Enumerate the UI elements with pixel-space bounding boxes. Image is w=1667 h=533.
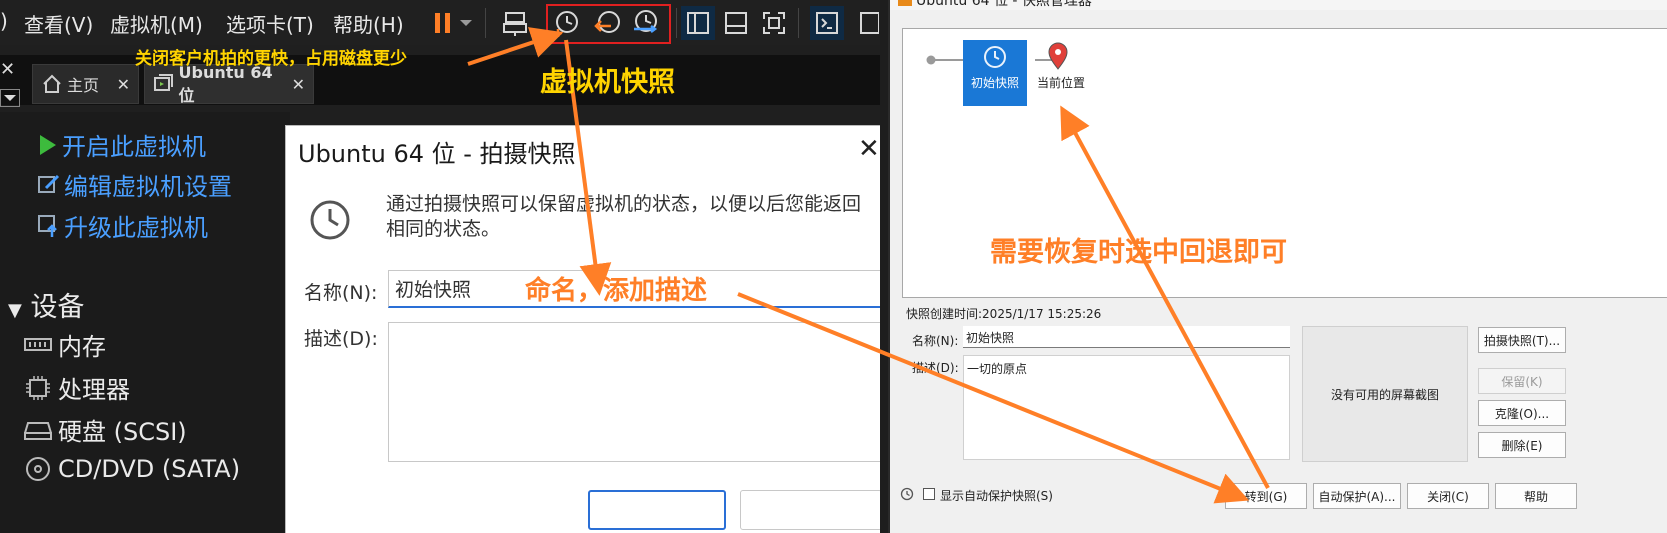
description-label: 描述(D):	[304, 328, 378, 350]
goto-button[interactable]: 转到(G)	[1225, 483, 1307, 509]
device-harddisk-label: 硬盘 (SCSI)	[58, 418, 187, 446]
manager-name-label: 名称(N):	[912, 334, 959, 348]
device-memory-label: 内存	[58, 333, 106, 361]
home-icon	[43, 74, 61, 93]
menu-view[interactable]: 查看(V)	[24, 9, 93, 38]
processor-icon	[26, 375, 50, 400]
play-icon	[40, 134, 56, 155]
menu-fragment: )	[0, 9, 8, 33]
toolbar-divider	[798, 8, 799, 38]
cancel-button[interactable]	[740, 490, 880, 530]
current-position-node[interactable]: 当前位置	[1031, 40, 1091, 106]
show-autoprotect-checkbox[interactable]	[923, 488, 935, 500]
devices-header-label: 设备	[30, 292, 85, 323]
menu-vm[interactable]: 虚拟机(M)	[110, 9, 203, 38]
fullscreen-icon[interactable]	[757, 6, 791, 40]
clock-icon	[984, 46, 1006, 68]
current-position-label: 当前位置	[1036, 76, 1085, 90]
manager-name-field[interactable]: 初始快照	[963, 326, 1290, 348]
close-icon[interactable]: ✕	[292, 75, 305, 94]
created-time: 快照创建时间:2025/1/17 15:25:26	[906, 307, 1102, 321]
tab-ubuntu[interactable]: Ubuntu 64 位 ✕	[144, 63, 314, 105]
take-snapshot-dialog: Ubuntu 64 位 - 拍摄快照 ✕ 通过拍摄快照可以保留虚拟机的状态，以便…	[285, 125, 880, 533]
manager-description-field[interactable]: 一切的原点	[963, 355, 1290, 460]
autoprotect-button[interactable]: 自动保护(A)...	[1313, 483, 1401, 509]
close-button[interactable]: 关闭(C)	[1407, 483, 1489, 509]
edit-settings-action[interactable]: 编辑虚拟机设置	[36, 167, 232, 202]
edit-settings-icon	[38, 174, 60, 193]
take-snapshot-button[interactable]	[588, 490, 726, 530]
vmware-logo-icon	[898, 0, 912, 6]
annotation-name-desc: 命名，添加描述	[525, 276, 708, 306]
snapshot-node-initial[interactable]: 初始快照	[963, 40, 1027, 106]
manager-title: Ubuntu 64 位 - 快照管理器	[916, 0, 1092, 9]
dialog-description: 通过拍摄快照可以保留虚拟机的状态，以便以后您能返回相同的状态。	[386, 193, 862, 240]
no-screenshot-text: 没有可用的屏幕截图	[1330, 387, 1439, 402]
screenshot-placeholder: 没有可用的屏幕截图	[1302, 326, 1468, 462]
snapshot-description-input[interactable]	[388, 322, 880, 462]
device-harddisk[interactable]: 硬盘 (SCSI)	[24, 412, 187, 447]
power-on-action[interactable]: 开启此虚拟机	[36, 127, 206, 162]
take-snapshot-button[interactable]: 拍摄快照(T)...	[1478, 327, 1566, 353]
close-icon[interactable]: ✕	[858, 134, 880, 164]
annotation-restore: 需要恢复时选中回退即可	[990, 237, 1287, 268]
annotation-snapshot: 虚拟机快照	[540, 67, 675, 98]
delete-button[interactable]: 删除(E)	[1478, 432, 1566, 458]
device-cdrom-label: CD/DVD (SATA)	[58, 455, 241, 483]
help-button[interactable]: 帮助	[1495, 483, 1577, 509]
revert-snapshot-icon[interactable]	[590, 6, 624, 40]
device-processor-label: 处理器	[58, 376, 130, 404]
memory-icon	[24, 337, 52, 351]
sidebar-icon[interactable]	[681, 6, 715, 40]
devices-header[interactable]: ▼ 设备	[8, 285, 84, 324]
panel-dropdown[interactable]	[0, 89, 20, 107]
manager-titlebar: Ubuntu 64 位 - 快照管理器	[890, 0, 1667, 10]
take-snapshot-icon[interactable]	[549, 6, 583, 40]
send-keys-icon[interactable]	[498, 6, 532, 40]
upgrade-action[interactable]: 升级此虚拟机	[36, 208, 208, 243]
menubar: ) 查看(V) 虚拟机(M) 选项卡(T) 帮助(H)	[0, 0, 880, 45]
upgrade-icon	[38, 214, 57, 237]
unity-icon[interactable]	[858, 6, 880, 40]
device-processor[interactable]: 处理器	[24, 370, 130, 405]
annotation-faster: 关闭客户机拍的更快，占用磁盘更少	[135, 49, 407, 69]
vm-summary-panel: 开启此虚拟机 编辑虚拟机设置 升级此虚拟机 ▼ 设备 内存 处理器 硬盘 (SC…	[0, 112, 290, 533]
dialog-title: Ubuntu 64 位 - 拍摄快照	[298, 140, 576, 168]
harddisk-icon	[24, 421, 52, 440]
console-icon[interactable]	[810, 6, 844, 40]
clone-button[interactable]: 克隆(O)...	[1478, 400, 1566, 426]
chevron-down-icon[interactable]	[454, 6, 478, 40]
name-label: 名称(N):	[304, 282, 378, 304]
menu-help[interactable]: 帮助(H)	[333, 9, 404, 38]
keep-button[interactable]: 保留(K)	[1478, 368, 1566, 394]
upgrade-label: 升级此虚拟机	[64, 214, 208, 242]
tab-home-label: 主页	[67, 76, 100, 95]
tab-home[interactable]: 主页 ✕	[32, 64, 139, 104]
toolbar-divider	[485, 8, 486, 38]
snapshot-manager-icon[interactable]	[628, 6, 662, 40]
edit-settings-label: 编辑虚拟机设置	[64, 173, 232, 201]
close-icon[interactable]: ✕	[117, 75, 130, 94]
menu-tabs[interactable]: 选项卡(T)	[226, 9, 314, 38]
tab-bar: ✕ 主页 ✕ Ubuntu 64 位 ✕	[0, 55, 880, 107]
snapshot-node-label: 初始快照	[970, 76, 1019, 90]
device-memory[interactable]: 内存	[24, 327, 106, 362]
collapse-icon: ▼	[8, 300, 22, 321]
toolbar-divider	[676, 8, 677, 38]
thumbnail-icon[interactable]	[719, 6, 753, 40]
close-panel-icon[interactable]: ✕	[0, 59, 15, 80]
vm-icon	[154, 74, 173, 91]
history-icon	[900, 487, 914, 501]
power-on-label: 开启此虚拟机	[62, 133, 206, 161]
location-pin-icon	[1048, 42, 1068, 70]
show-autoprotect-label: 显示自动保护快照(S)	[940, 489, 1053, 503]
clock-icon	[308, 198, 352, 246]
vmware-window: ) 查看(V) 虚拟机(M) 选项卡(T) 帮助(H) ✕ 主页 ✕ Ubunt…	[0, 0, 880, 533]
device-cdrom[interactable]: CD/DVD (SATA)	[24, 455, 240, 483]
cd-icon	[26, 457, 50, 481]
manager-description-label: 描述(D):	[912, 361, 959, 375]
